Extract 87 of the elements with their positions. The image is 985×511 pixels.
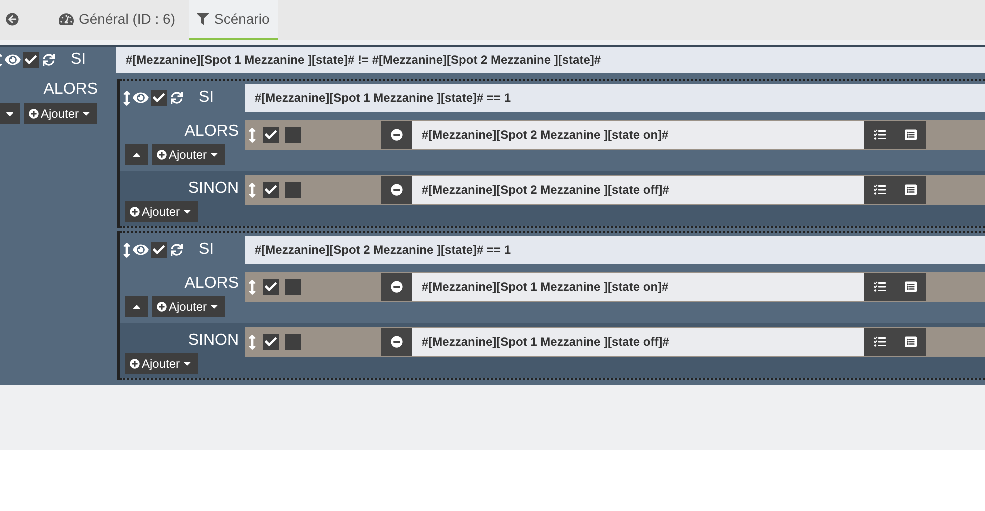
command-field[interactable]: #[Mezzanine][Spot 1 Mezzanine ][state off]# <box>412 328 864 356</box>
option-checkbox[interactable] <box>285 127 301 143</box>
drag-handle-icon[interactable] <box>248 280 257 294</box>
alors-label: ALORS <box>184 274 239 294</box>
refresh-icon[interactable] <box>171 244 183 256</box>
add-button[interactable]: Ajouter <box>125 201 198 222</box>
enable-checkbox[interactable] <box>263 279 279 295</box>
command-field[interactable]: #[Mezzanine][Spot 2 Mezzanine ][state on]# <box>412 121 864 149</box>
add-button[interactable]: Ajouter <box>152 296 226 317</box>
add-button[interactable]: Ajouter <box>125 353 198 374</box>
drag-handle-icon[interactable] <box>123 90 131 106</box>
minus-icon <box>390 129 402 141</box>
options-button[interactable] <box>864 273 895 301</box>
condition-field[interactable]: #[Mezzanine][Spot 1 Mezzanine ][state]# != #[Mezzanine][Spot 2 Mezzanine ][state]# <box>116 47 985 73</box>
remove-button[interactable] <box>381 328 412 356</box>
remove-button[interactable] <box>381 121 412 149</box>
si-label: SI <box>199 88 214 108</box>
enable-checkbox[interactable] <box>151 242 167 258</box>
enable-checkbox[interactable] <box>263 334 279 350</box>
check-icon <box>265 336 277 348</box>
gauge-icon <box>59 12 74 26</box>
collapse-button[interactable] <box>0 103 20 124</box>
checklist-icon <box>874 336 886 348</box>
si-label: SI <box>199 240 214 260</box>
minus-icon <box>390 281 402 293</box>
plus-icon <box>157 302 167 312</box>
details-button[interactable] <box>895 176 926 204</box>
remove-button[interactable] <box>381 176 412 204</box>
plus-icon <box>157 150 167 160</box>
options-button[interactable] <box>864 176 895 204</box>
minus-icon <box>390 184 402 196</box>
condition-field[interactable]: #[Mezzanine][Spot 1 Mezzanine ][state]# == 1 <box>245 84 985 112</box>
list-icon <box>904 184 916 196</box>
list-icon <box>904 281 916 293</box>
options-button[interactable] <box>864 121 895 149</box>
sinon-label: SINON <box>188 331 239 351</box>
checklist-icon <box>874 184 886 196</box>
plus-icon <box>130 358 140 368</box>
checklist-icon <box>874 281 886 293</box>
refresh-icon[interactable] <box>171 92 183 104</box>
remove-button[interactable] <box>381 273 412 301</box>
alors-label: ALORS <box>44 80 98 100</box>
enable-checkbox[interactable] <box>263 127 279 143</box>
plus-icon <box>29 108 39 118</box>
collapse-button[interactable] <box>125 144 148 165</box>
details-button[interactable] <box>895 328 926 356</box>
collapse-button[interactable] <box>125 296 148 317</box>
check-icon <box>153 92 165 104</box>
condition-field[interactable]: #[Mezzanine][Spot 2 Mezzanine ][state]# == 1 <box>245 236 985 264</box>
minus-icon <box>390 336 402 348</box>
checklist-icon <box>874 129 886 141</box>
check-icon <box>265 184 277 196</box>
filter-icon <box>197 13 210 25</box>
options-button[interactable] <box>864 328 895 356</box>
eye-icon[interactable] <box>133 91 149 105</box>
plus-icon <box>130 206 140 216</box>
command-field[interactable]: #[Mezzanine][Spot 2 Mezzanine ][state off]# <box>412 176 864 204</box>
tab[interactable]: Général (ID : 6) <box>51 0 184 40</box>
eye-icon[interactable] <box>5 53 21 67</box>
option-checkbox[interactable] <box>285 279 301 295</box>
check-icon <box>25 54 37 66</box>
list-icon <box>904 129 916 141</box>
option-checkbox[interactable] <box>285 334 301 350</box>
eye-icon[interactable] <box>133 243 149 257</box>
sinon-label: SINON <box>188 179 239 199</box>
details-button[interactable] <box>895 273 926 301</box>
drag-handle-icon[interactable] <box>123 242 131 258</box>
check-icon <box>153 244 165 256</box>
command-field[interactable]: #[Mezzanine][Spot 1 Mezzanine ][state on]# <box>412 273 864 301</box>
drag-handle-icon[interactable] <box>248 182 257 198</box>
option-checkbox[interactable] <box>285 182 301 198</box>
add-button[interactable]: Ajouter <box>24 103 98 124</box>
list-icon <box>904 336 916 348</box>
details-button[interactable] <box>895 121 926 149</box>
check-icon <box>265 129 277 141</box>
enable-checkbox[interactable] <box>23 52 39 68</box>
back-icon <box>6 12 19 26</box>
check-icon <box>265 281 277 293</box>
enable-checkbox[interactable] <box>263 182 279 198</box>
tab[interactable]: Scénario <box>189 0 278 40</box>
si-label: SI <box>71 50 86 70</box>
alors-label: ALORS <box>184 122 239 142</box>
drag-handle-icon[interactable] <box>248 334 257 350</box>
refresh-icon[interactable] <box>43 54 55 66</box>
enable-checkbox[interactable] <box>151 90 167 106</box>
add-button[interactable]: Ajouter <box>152 144 226 165</box>
drag-handle-icon[interactable] <box>248 128 257 142</box>
